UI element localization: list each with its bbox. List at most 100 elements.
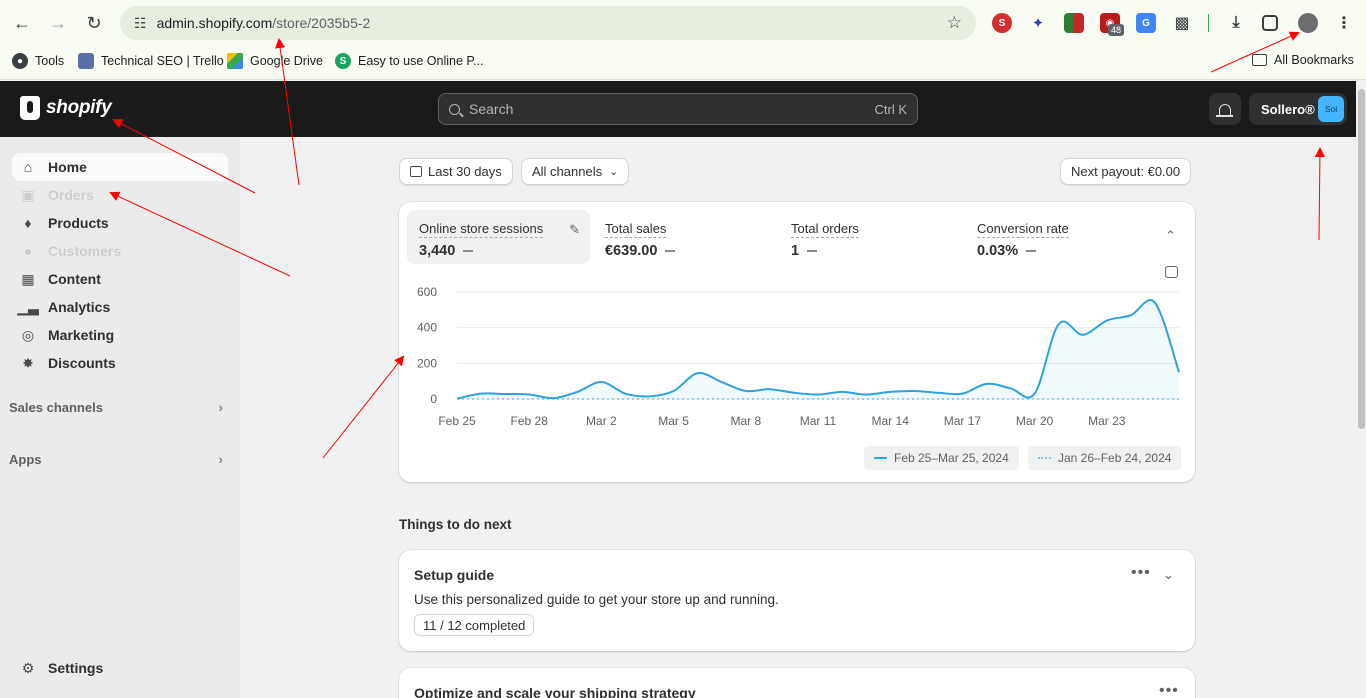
- store-name: Sollero®: [1261, 101, 1315, 117]
- sidebar: ⌂ Home ▣ Orders ♦ Products ● Customers ▦…: [0, 137, 240, 698]
- back-icon[interactable]: ←: [10, 11, 34, 35]
- sidebar-item-label: Products: [48, 215, 109, 231]
- scrollbar-thumb[interactable]: [1358, 89, 1365, 429]
- chevron-down-icon[interactable]: ⌄: [1163, 567, 1174, 583]
- legend-dotted-swatch: [1038, 457, 1051, 459]
- sidebar-item-analytics[interactable]: ▁▃ Analytics: [12, 293, 228, 321]
- color-extension-icon[interactable]: [1064, 13, 1084, 33]
- x-tick-label: Mar 20: [1016, 414, 1054, 428]
- bookmark-online-p[interactable]: S Easy to use Online P...: [335, 53, 484, 69]
- more-actions-icon[interactable]: •••: [1159, 682, 1179, 698]
- channels-dropdown[interactable]: All channels ⌄: [521, 158, 630, 185]
- shipping-strategy-card: Optimize and scale your shipping strateg…: [399, 668, 1195, 698]
- chevron-right-icon: ›: [218, 399, 223, 415]
- inbox-icon: ▣: [21, 186, 35, 203]
- setup-guide-card: Setup guide Use this personalized guide …: [399, 550, 1195, 651]
- more-actions-icon[interactable]: •••: [1131, 564, 1151, 582]
- target-icon: ◎: [21, 326, 35, 343]
- setup-guide-title: Setup guide: [414, 567, 495, 583]
- seo-extension-icon[interactable]: S: [992, 13, 1012, 33]
- bell-icon: [1216, 103, 1233, 117]
- notifications-button[interactable]: [1209, 93, 1241, 125]
- search-bar[interactable]: Search Ctrl K: [438, 93, 918, 125]
- browser-menu-icon[interactable]: ⋮: [1334, 13, 1354, 33]
- x-tick-label: Feb 28: [511, 414, 549, 428]
- x-tick-label: Mar 23: [1088, 414, 1126, 428]
- legend-label: Feb 25–Mar 25, 2024: [894, 451, 1009, 465]
- sidebar-item-marketing[interactable]: ◎ Marketing: [12, 321, 228, 349]
- apps-header[interactable]: Apps ›: [9, 451, 223, 467]
- bar-chart-icon: ▁▃: [17, 298, 39, 315]
- bookmark-trello[interactable]: Technical SEO | Trello: [78, 53, 224, 69]
- bookmarks-bar: ● Tools Technical SEO | Trello Google Dr…: [0, 46, 1366, 80]
- sidebar-item-content[interactable]: ▦ Content: [12, 265, 228, 293]
- date-range-label: Last 30 days: [428, 164, 502, 179]
- sidebar-item-discounts[interactable]: ✸ Discounts: [12, 349, 228, 377]
- sidebar-item-label: Home: [48, 159, 87, 175]
- wrench-extension-icon[interactable]: ✦: [1028, 13, 1048, 33]
- sidebar-item-label: Orders: [48, 187, 94, 203]
- sidebar-item-label: Marketing: [48, 327, 115, 343]
- sidebar-item-customers[interactable]: ● Customers: [12, 237, 228, 265]
- store-avatar: Sol: [1318, 96, 1344, 122]
- next-payout-button[interactable]: Next payout: €0.00: [1060, 158, 1192, 185]
- x-tick-label: Mar 8: [730, 414, 761, 428]
- bookmark-label: Technical SEO | Trello: [101, 54, 224, 68]
- sidebar-item-products[interactable]: ♦ Products: [12, 209, 228, 237]
- logo-text: shopify: [46, 97, 112, 118]
- drive-icon: [227, 53, 243, 69]
- legend-label: Jan 26–Feb 24, 2024: [1058, 451, 1172, 465]
- x-tick-label: Mar 17: [944, 414, 982, 428]
- y-tick-label: 400: [417, 321, 437, 335]
- translate-extension-icon[interactable]: G: [1136, 13, 1156, 33]
- forward-icon[interactable]: →: [46, 11, 70, 35]
- sidebar-item-label: Customers: [48, 243, 122, 259]
- shopify-bag-icon: [20, 96, 40, 120]
- discount-icon: ✸: [22, 354, 34, 371]
- x-tick-label: Mar 5: [658, 414, 689, 428]
- y-tick-label: 0: [430, 392, 437, 406]
- search-shortcut: Ctrl K: [874, 101, 908, 117]
- x-tick-label: Mar 14: [872, 414, 910, 428]
- legend-solid-swatch: [874, 457, 887, 459]
- page-scrollbar[interactable]: [1356, 81, 1366, 698]
- url-path: /store/2035b5-2: [272, 15, 371, 31]
- search-placeholder: Search: [469, 101, 514, 117]
- bookmark-label: Google Drive: [250, 54, 323, 68]
- sidebar-item-settings[interactable]: ⚙ Settings: [12, 654, 228, 682]
- puzzle-icon[interactable]: ▩: [1172, 13, 1192, 33]
- all-bookmarks[interactable]: All Bookmarks: [1252, 53, 1354, 67]
- sales-channels-label: Sales channels: [9, 399, 103, 415]
- bookmark-label: Easy to use Online P...: [358, 54, 484, 68]
- shopify-logo[interactable]: shopify: [20, 96, 112, 120]
- url-host: admin.shopify.com: [156, 15, 273, 31]
- trello-icon: [78, 53, 94, 69]
- bookmark-star-icon[interactable]: ☆: [947, 13, 962, 33]
- browser-toolbar: ← → ↻ ☷ admin.shopify.com/store/2035b5-2…: [0, 0, 1366, 46]
- bookmark-google-drive[interactable]: Google Drive: [227, 53, 323, 69]
- toolbar-divider: [1208, 14, 1209, 32]
- side-panel-icon[interactable]: [1262, 15, 1278, 31]
- legend-previous-period[interactable]: Jan 26–Feb 24, 2024: [1028, 446, 1182, 470]
- store-menu-button[interactable]: Sollero® Sol: [1249, 93, 1347, 125]
- date-range-button[interactable]: Last 30 days: [399, 158, 513, 185]
- reload-icon[interactable]: ↻: [82, 11, 106, 35]
- address-bar[interactable]: ☷ admin.shopify.com/store/2035b5-2 ☆: [120, 6, 976, 40]
- profile-avatar[interactable]: [1298, 13, 1318, 33]
- person-icon: ●: [23, 243, 33, 259]
- sidebar-item-label: Discounts: [48, 355, 116, 371]
- sales-channels-header[interactable]: Sales channels ›: [9, 399, 223, 415]
- legend-current-period[interactable]: Feb 25–Mar 25, 2024: [864, 446, 1019, 470]
- sidebar-item-home[interactable]: ⌂ Home: [12, 153, 228, 181]
- site-settings-icon[interactable]: ☷: [134, 15, 147, 32]
- s-icon: S: [335, 53, 351, 69]
- home-icon: ⌂: [23, 159, 33, 175]
- sidebar-item-label: Analytics: [48, 299, 111, 315]
- download-icon[interactable]: ⤓: [1226, 13, 1246, 33]
- gear-icon: ⚙: [21, 659, 35, 676]
- image-icon: ▦: [21, 270, 35, 287]
- x-tick-label: Mar 11: [800, 414, 837, 428]
- apps-label: Apps: [9, 451, 42, 467]
- sidebar-item-orders[interactable]: ▣ Orders: [12, 181, 228, 209]
- bookmark-tools[interactable]: ● Tools: [12, 53, 64, 69]
